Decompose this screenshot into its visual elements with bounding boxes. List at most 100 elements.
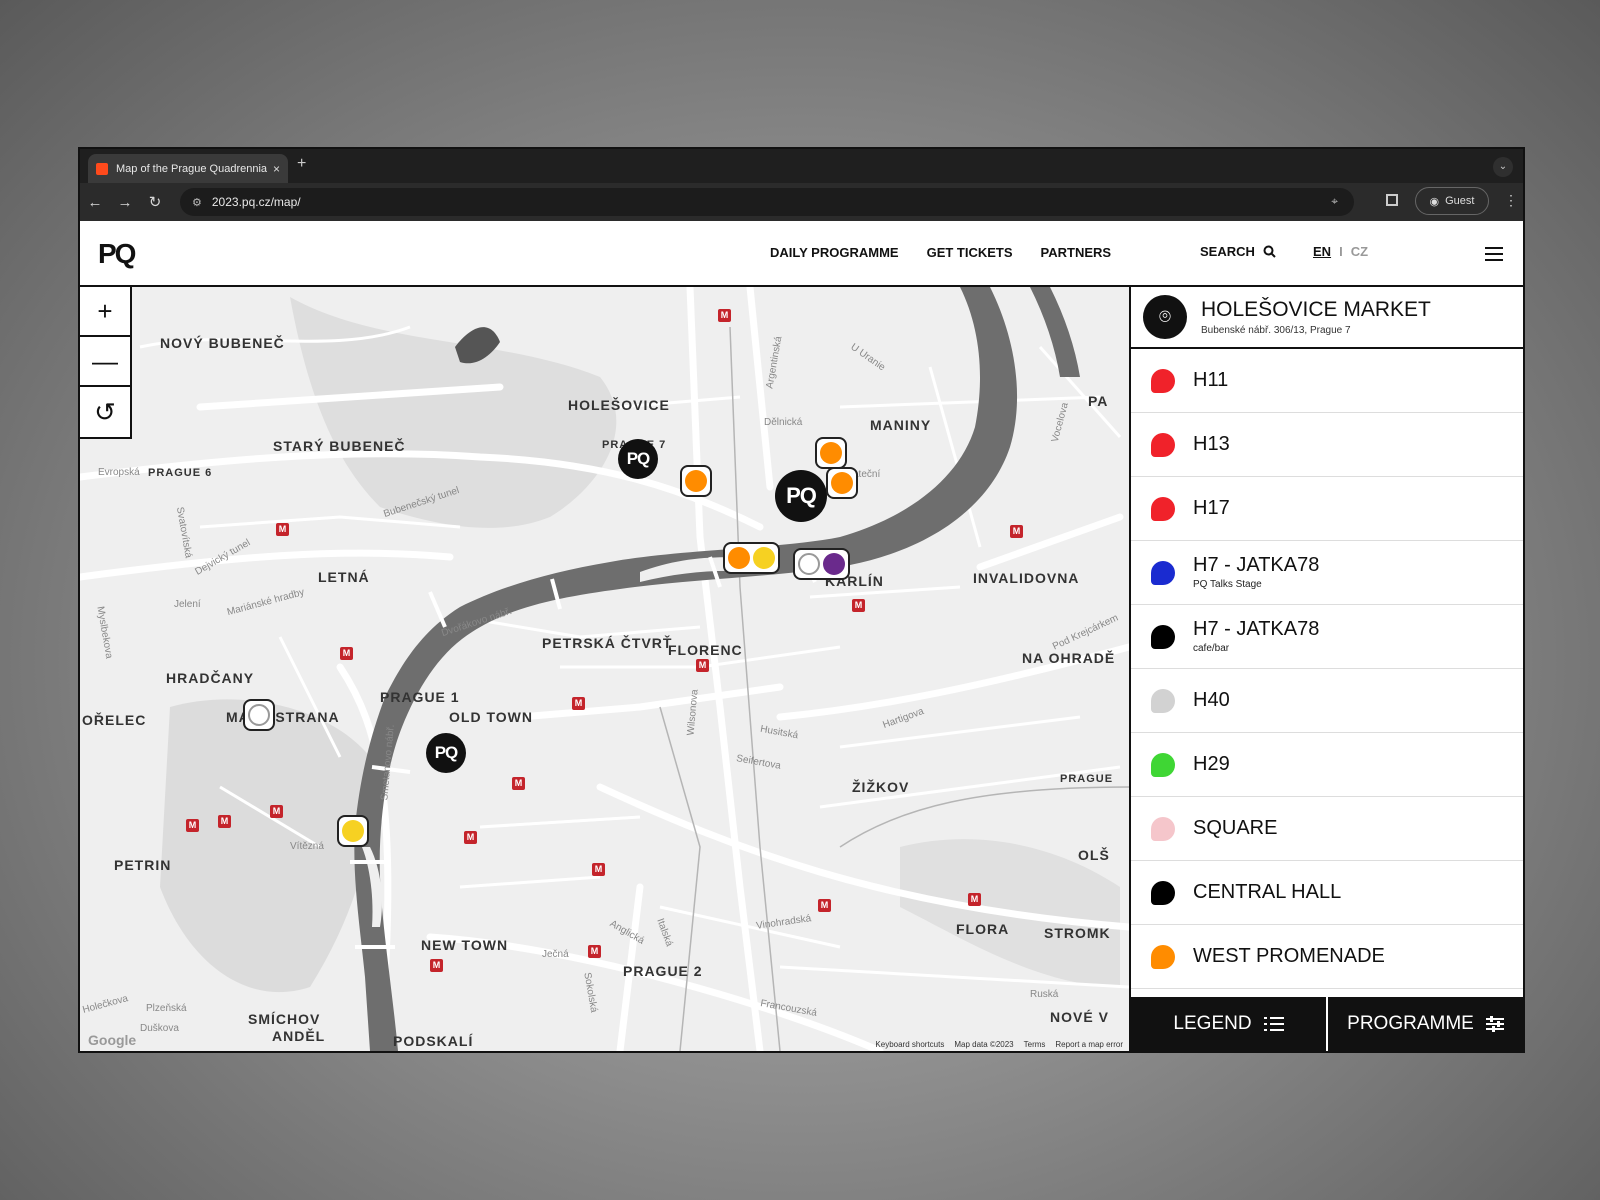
venue-pin-group[interactable] (826, 467, 858, 499)
nav-daily-programme[interactable]: DAILY PROGRAMME (770, 245, 899, 260)
venue-pin-group[interactable] (815, 437, 847, 469)
hall-item[interactable]: H7 - JATKA78 cafe/bar (1131, 605, 1523, 669)
map-controls: + — ↺ (80, 287, 132, 439)
hall-color-marker-icon (1151, 433, 1175, 457)
hall-label: H11 (1193, 369, 1229, 391)
hall-color-marker-icon (1151, 561, 1175, 585)
hall-color-marker-icon (1151, 753, 1175, 777)
lang-cz[interactable]: CZ (1351, 244, 1368, 259)
venue-panel: ⌾ HOLEŠOVICE MARKET Bubenské nábř. 306/1… (1129, 287, 1523, 1051)
metro-icon: M (852, 599, 865, 612)
zoom-in-button[interactable]: + (80, 287, 130, 337)
pq-logo[interactable]: PQ (98, 238, 136, 270)
profile-button[interactable]: ◉ Guest (1415, 187, 1489, 215)
reload-button[interactable]: ↻ (140, 193, 170, 211)
venue-pin[interactable] (753, 547, 775, 569)
hall-item[interactable]: H13 (1131, 413, 1523, 477)
programme-button[interactable]: PROGRAMME (1326, 997, 1523, 1051)
map-label-district: PETRSKÁ ČTVRŤ (542, 635, 673, 651)
programme-label: PROGRAMME (1347, 1013, 1474, 1034)
hall-label: WEST PROMENADE (1193, 945, 1385, 967)
hall-item[interactable]: H29 (1131, 733, 1523, 797)
pq-venue-marker[interactable]: PQ (618, 439, 658, 479)
nav-partners[interactable]: PARTNERS (1041, 245, 1112, 260)
hall-item[interactable]: CENTRAL HALL (1131, 861, 1523, 925)
hall-color-marker-icon (1151, 497, 1175, 521)
url-text: 2023.pq.cz/map/ (211, 195, 301, 209)
venue-header: ⌾ HOLEŠOVICE MARKET Bubenské nábř. 306/1… (1131, 287, 1523, 349)
hall-item[interactable]: H7 - JATKA78 PQ Talks Stage (1131, 541, 1523, 605)
keyboard-shortcuts-link[interactable]: Keyboard shortcuts (875, 1040, 944, 1049)
pq-venue-marker[interactable]: PQ (426, 733, 466, 773)
metro-icon: M (464, 831, 477, 844)
venue-pin-group[interactable] (243, 699, 275, 731)
venue-pin-group[interactable] (680, 465, 712, 497)
address-bar[interactable]: ⚙ 2023.pq.cz/map/ ⌖ (180, 188, 1354, 216)
lang-en[interactable]: EN (1313, 244, 1331, 259)
hall-list: H11 H13 H17 H7 - JATKA78 PQ Talks Stage H7 - … (1131, 349, 1523, 989)
venue-pin[interactable] (820, 442, 842, 464)
browser-toolbar: ← → ↻ ⚙ 2023.pq.cz/map/ ⌖ ◉ Guest ⋮ (80, 183, 1523, 221)
map-label-district: ANDĚL (272, 1028, 326, 1044)
street-label: Ječná (542, 949, 569, 960)
map-label-district: NOVÝ BUBENEČ (160, 335, 285, 351)
map-label-district: NA OHRADĚ (1022, 650, 1116, 666)
venue-pin[interactable] (831, 472, 853, 494)
tab-title: Map of the Prague Quadrennial (116, 162, 267, 175)
hall-color-marker-icon (1151, 689, 1175, 713)
venue-pin[interactable] (342, 820, 364, 842)
new-tab-button[interactable]: + (297, 155, 306, 173)
zoom-out-button[interactable]: — (80, 337, 130, 387)
hall-color-marker-icon (1151, 369, 1175, 393)
street-label: Ruská (1030, 989, 1059, 1000)
pq-venue-marker[interactable]: PQ (775, 470, 827, 522)
hall-item[interactable]: WEST PROMENADE (1131, 925, 1523, 989)
metro-icon: M (718, 309, 731, 322)
venue-pin[interactable] (823, 553, 845, 575)
browser-tab[interactable]: Map of the Prague Quadrennial × (88, 154, 288, 183)
metro-icon: M (572, 697, 585, 710)
reset-view-button[interactable]: ↺ (80, 387, 130, 437)
forward-button[interactable]: → (110, 194, 140, 211)
metro-icon: M (270, 805, 283, 818)
map-label-district: MANINY (870, 417, 932, 433)
tab-search-button[interactable]: ⌄ (1493, 157, 1513, 177)
side-panel-icon[interactable] (1386, 194, 1398, 206)
hall-item[interactable]: H17 (1131, 477, 1523, 541)
panel-actions: LEGEND PROGRAMME (1131, 997, 1523, 1051)
hamburger-menu-icon[interactable] (1485, 247, 1503, 261)
map-canvas[interactable]: NOVÝ BUBENEČ HOLEŠOVICE STARÝ BUBENEČ PR… (80, 287, 1129, 1051)
street-label: Dělnická (764, 417, 803, 428)
hall-item[interactable]: H11 (1131, 349, 1523, 413)
venue-pin[interactable] (685, 470, 707, 492)
venue-pin-group[interactable] (337, 815, 369, 847)
legend-button[interactable]: LEGEND (1131, 997, 1326, 1051)
street-label: Vítězná (290, 841, 324, 852)
hall-item[interactable]: H40 (1131, 669, 1523, 733)
venue-pin-group[interactable] (723, 542, 780, 574)
hall-color-marker-icon (1151, 625, 1175, 649)
venue-pin[interactable] (728, 547, 750, 569)
hall-item[interactable]: SQUARE (1131, 797, 1523, 861)
back-button[interactable]: ← (80, 194, 110, 211)
report-error-link[interactable]: Report a map error (1055, 1040, 1123, 1049)
site-info-icon[interactable]: ⚙ (192, 196, 202, 209)
map-label-district: ŽIŽKOV (852, 779, 910, 795)
map-label-district: NEW TOWN (421, 937, 509, 953)
terms-link[interactable]: Terms (1024, 1040, 1046, 1049)
venue-pin[interactable] (248, 704, 270, 726)
search-button[interactable]: SEARCH (1200, 244, 1276, 259)
venue-pin-group[interactable] (793, 548, 850, 580)
venue-address: Bubenské nábř. 306/13, Prague 7 (1201, 325, 1351, 336)
hall-label: H7 - JATKA78 (1193, 618, 1320, 640)
nav-get-tickets[interactable]: GET TICKETS (927, 245, 1013, 260)
location-off-icon[interactable]: ⌖ (1331, 194, 1338, 209)
metro-icon: M (968, 893, 981, 906)
lang-separator: I (1339, 244, 1343, 259)
close-tab-icon[interactable]: × (273, 162, 280, 176)
map-label-district: HRADČANY (166, 670, 255, 686)
browser-menu-icon[interactable]: ⋮ (1504, 192, 1518, 209)
street-label: Duškova (140, 1023, 179, 1034)
map-label-district: LETNÁ (318, 569, 370, 585)
venue-pin[interactable] (798, 553, 820, 575)
